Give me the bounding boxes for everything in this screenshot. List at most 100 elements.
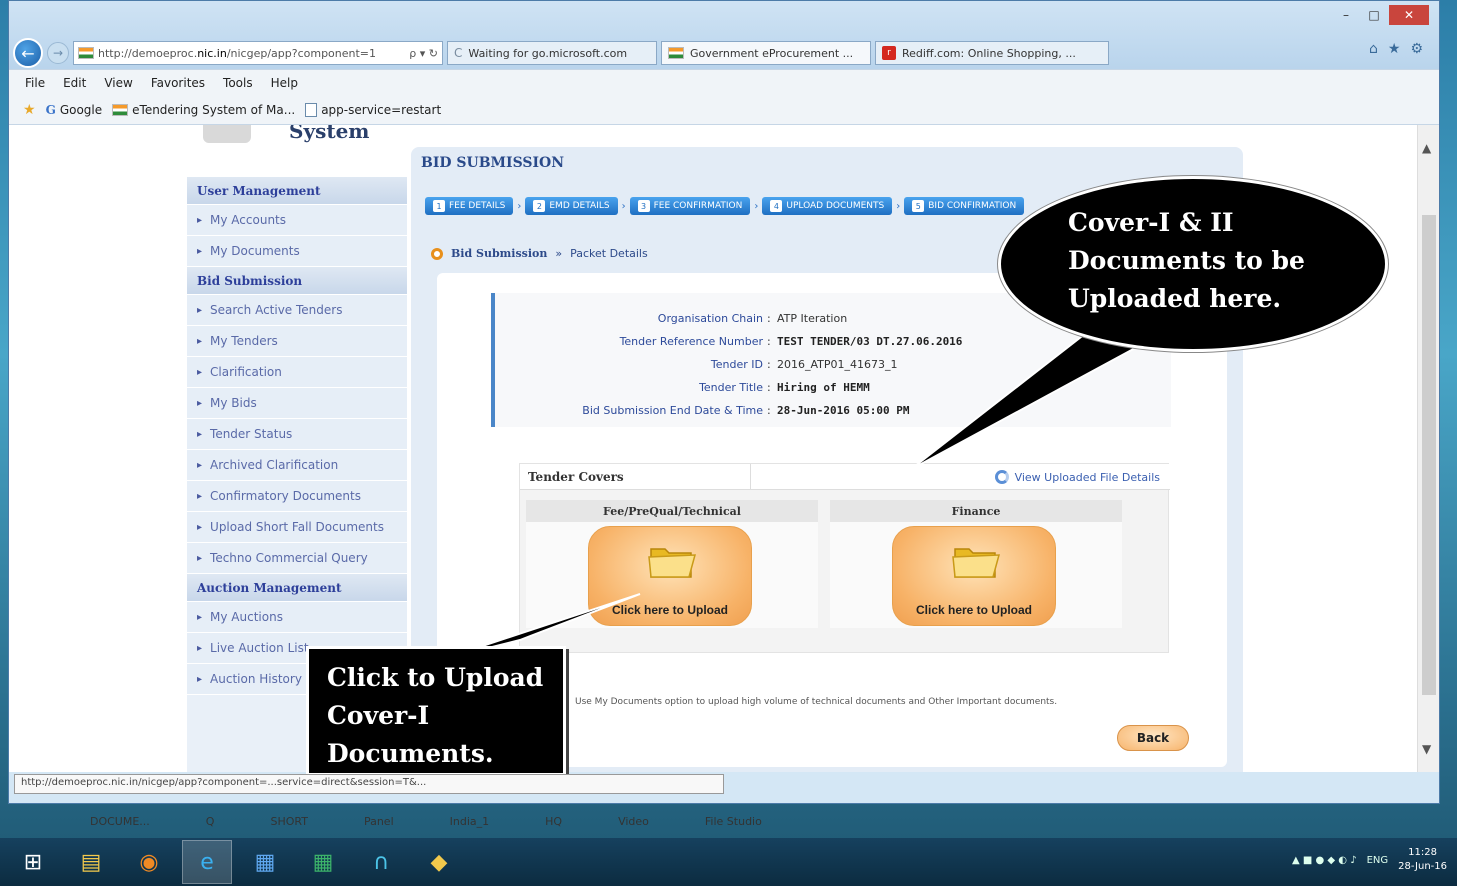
- step-label: UPLOAD DOCUMENTS: [786, 201, 885, 211]
- menu-help[interactable]: Help: [271, 76, 298, 90]
- file-explorer-icon[interactable]: ▤: [66, 840, 116, 884]
- info-label: Tender Title: [699, 380, 763, 394]
- sidebar-item-label: Live Auction List: [210, 641, 309, 655]
- step-bid-confirmation[interactable]: 5 BID CONFIRMATION: [904, 197, 1025, 215]
- info-colon: :: [767, 357, 771, 371]
- step-label: BID CONFIRMATION: [928, 201, 1017, 211]
- sidebar-item-clarification[interactable]: ▸ Clarification: [187, 357, 407, 388]
- sidebar-item-search-active-tenders[interactable]: ▸ Search Active Tenders: [187, 295, 407, 326]
- menu-favorites[interactable]: Favorites: [151, 76, 205, 90]
- sidebar-item-label: Search Active Tenders: [210, 303, 343, 317]
- desktop-icon-label[interactable]: Q: [206, 815, 215, 828]
- favorite-label: eTendering System of Ma...: [132, 102, 296, 117]
- sidebar-item-techno-commercial-query[interactable]: ▸ Techno Commercial Query: [187, 543, 407, 574]
- sidebar-item-label: Confirmatory Documents: [210, 489, 361, 503]
- tab-rediff[interactable]: r Rediff.com: Online Shopping, ...: [875, 41, 1109, 65]
- view-uploaded-link[interactable]: View Uploaded File Details: [994, 470, 1160, 484]
- sidebar-item-my-accounts[interactable]: ▸ My Accounts: [187, 205, 407, 236]
- sidebar-item-tender-status[interactable]: ▸ Tender Status: [187, 419, 407, 450]
- internet-explorer-icon[interactable]: e: [182, 840, 232, 884]
- sidebar-item-my-auctions[interactable]: ▸ My Auctions: [187, 602, 407, 633]
- sidebar-item-my-documents[interactable]: ▸ My Documents: [187, 236, 407, 267]
- menu-edit[interactable]: Edit: [63, 76, 86, 90]
- upload-callout: Click to Upload Cover-I Documents.: [306, 646, 566, 776]
- breadcrumb-dot-icon: [431, 247, 443, 260]
- sidebar-item-label: My Auctions: [210, 610, 283, 624]
- add-favorite-star-icon[interactable]: ★: [23, 102, 36, 118]
- maximize-button[interactable]: □: [1361, 5, 1387, 25]
- tray-icons[interactable]: ▲ ■ ● ◆ ◐ ♪: [1292, 855, 1357, 866]
- favorite-etendering[interactable]: eTendering System of Ma...: [112, 103, 295, 117]
- settings-gear-icon[interactable]: ⚙: [1410, 41, 1423, 57]
- headphones-icon[interactable]: ∩: [356, 840, 406, 884]
- sidebar-item-my-bids[interactable]: ▸ My Bids: [187, 388, 407, 419]
- tab-eprocurement[interactable]: Government eProcurement ...: [661, 41, 871, 65]
- firefox-icon[interactable]: ◉: [124, 840, 174, 884]
- status-bar-url: http://demoeproc.nic.in/nicgep/app?compo…: [14, 774, 724, 794]
- vertical-scrollbar[interactable]: ▲ ▼: [1417, 125, 1439, 772]
- upload-technical-button[interactable]: Click here to Upload: [588, 526, 752, 626]
- info-value: TEST TENDER/03 DT.27.06.2016: [777, 334, 963, 348]
- start-windows-icon[interactable]: ⊞: [8, 840, 58, 884]
- step-upload-documents[interactable]: 4 UPLOAD DOCUMENTS: [762, 197, 893, 215]
- clock-time: 11:28: [1408, 847, 1437, 858]
- minimize-button[interactable]: –: [1333, 5, 1359, 25]
- info-label: Tender ID: [710, 357, 763, 371]
- step-label: EMD DETAILS: [549, 201, 610, 211]
- step-fee-confirmation[interactable]: 3 FEE CONFIRMATION: [629, 197, 751, 215]
- home-icon[interactable]: ⌂: [1369, 41, 1378, 57]
- sidebar-item-label: Techno Commercial Query: [210, 551, 368, 565]
- favorite-label: app-service=restart: [321, 102, 442, 117]
- forward-arrow-icon[interactable]: →: [47, 42, 69, 64]
- favorite-google[interactable]: G Google: [46, 103, 103, 117]
- taskbar: ⊞ ▤ ◉ e ▦ ▦ ∩ ◆ ▲ ■ ● ◆ ◐ ♪ ENG 11:28 28…: [0, 838, 1457, 886]
- info-label: Tender Reference Number: [619, 334, 763, 348]
- desktop-icon-label[interactable]: India_1: [450, 815, 490, 828]
- tab-label: Government eProcurement ...: [690, 46, 854, 60]
- folder-icon: [952, 548, 1000, 578]
- browser-titlebar: – □ ✕ ← → http://demoeproc.nic.in/nicgep…: [9, 1, 1439, 69]
- desktop-icon-label[interactable]: DOCUME...: [90, 815, 150, 828]
- address-icons[interactable]: ρ ▾ ↻: [409, 47, 438, 60]
- desktop-icon-label[interactable]: HQ: [545, 815, 562, 828]
- scroll-down-icon[interactable]: ▼: [1422, 742, 1431, 756]
- step-emd-details[interactable]: 2 EMD DETAILS: [525, 197, 618, 215]
- tab-waiting[interactable]: C Waiting for go.microsoft.com: [447, 41, 657, 65]
- sidebar-head-auction-management: Auction Management: [187, 574, 407, 602]
- layers-app-icon[interactable]: ◆: [414, 840, 464, 884]
- sidebar-item-upload-short-fall[interactable]: ▸ Upload Short Fall Documents: [187, 512, 407, 543]
- desktop-icon-label[interactable]: File Studio: [705, 815, 762, 828]
- step-fee-details[interactable]: 1 FEE DETAILS: [425, 197, 514, 215]
- sidebar-item-label: Auction History: [210, 672, 302, 686]
- favorite-app-service[interactable]: app-service=restart: [305, 102, 442, 117]
- folder-icon: [648, 548, 696, 578]
- close-button[interactable]: ✕: [1389, 5, 1429, 25]
- favorite-label: Google: [59, 102, 103, 117]
- info-value: ATP Iteration: [777, 311, 848, 325]
- address-bar[interactable]: http://demoeproc.nic.in/nicgep/app?compo…: [73, 41, 443, 65]
- menu-file[interactable]: File: [25, 76, 45, 90]
- back-arrow-icon[interactable]: ←: [13, 38, 43, 68]
- back-button[interactable]: Back: [1117, 725, 1189, 751]
- scroll-thumb[interactable]: [1422, 215, 1436, 695]
- bullet-icon: ▸: [197, 245, 203, 257]
- menu-tools[interactable]: Tools: [223, 76, 253, 90]
- favorites-star-icon[interactable]: ★: [1388, 41, 1401, 57]
- breadcrumb-root[interactable]: Bid Submission: [451, 247, 547, 260]
- desktop-icon-label[interactable]: Panel: [364, 815, 394, 828]
- sidebar-item-confirmatory-documents[interactable]: ▸ Confirmatory Documents: [187, 481, 407, 512]
- desktop-icon-label[interactable]: Video: [618, 815, 649, 828]
- tab-label: Rediff.com: Online Shopping, ...: [902, 46, 1076, 60]
- scroll-up-icon[interactable]: ▲: [1422, 141, 1431, 155]
- system-tray: ▲ ■ ● ◆ ◐ ♪ ENG 11:28 28-Jun-16: [1292, 846, 1447, 874]
- clock[interactable]: 11:28 28-Jun-16: [1398, 846, 1447, 874]
- sidebar-head-bid-submission: Bid Submission: [187, 267, 407, 295]
- language-indicator[interactable]: ENG: [1367, 855, 1389, 866]
- sidebar-item-archived-clarification[interactable]: ▸ Archived Clarification: [187, 450, 407, 481]
- word-icon[interactable]: ▦: [240, 840, 290, 884]
- upload-finance-button[interactable]: Click here to Upload: [892, 526, 1056, 626]
- sidebar-item-my-tenders[interactable]: ▸ My Tenders: [187, 326, 407, 357]
- menu-view[interactable]: View: [104, 76, 132, 90]
- desktop-icon-label[interactable]: SHORT: [270, 815, 307, 828]
- excel-icon[interactable]: ▦: [298, 840, 348, 884]
